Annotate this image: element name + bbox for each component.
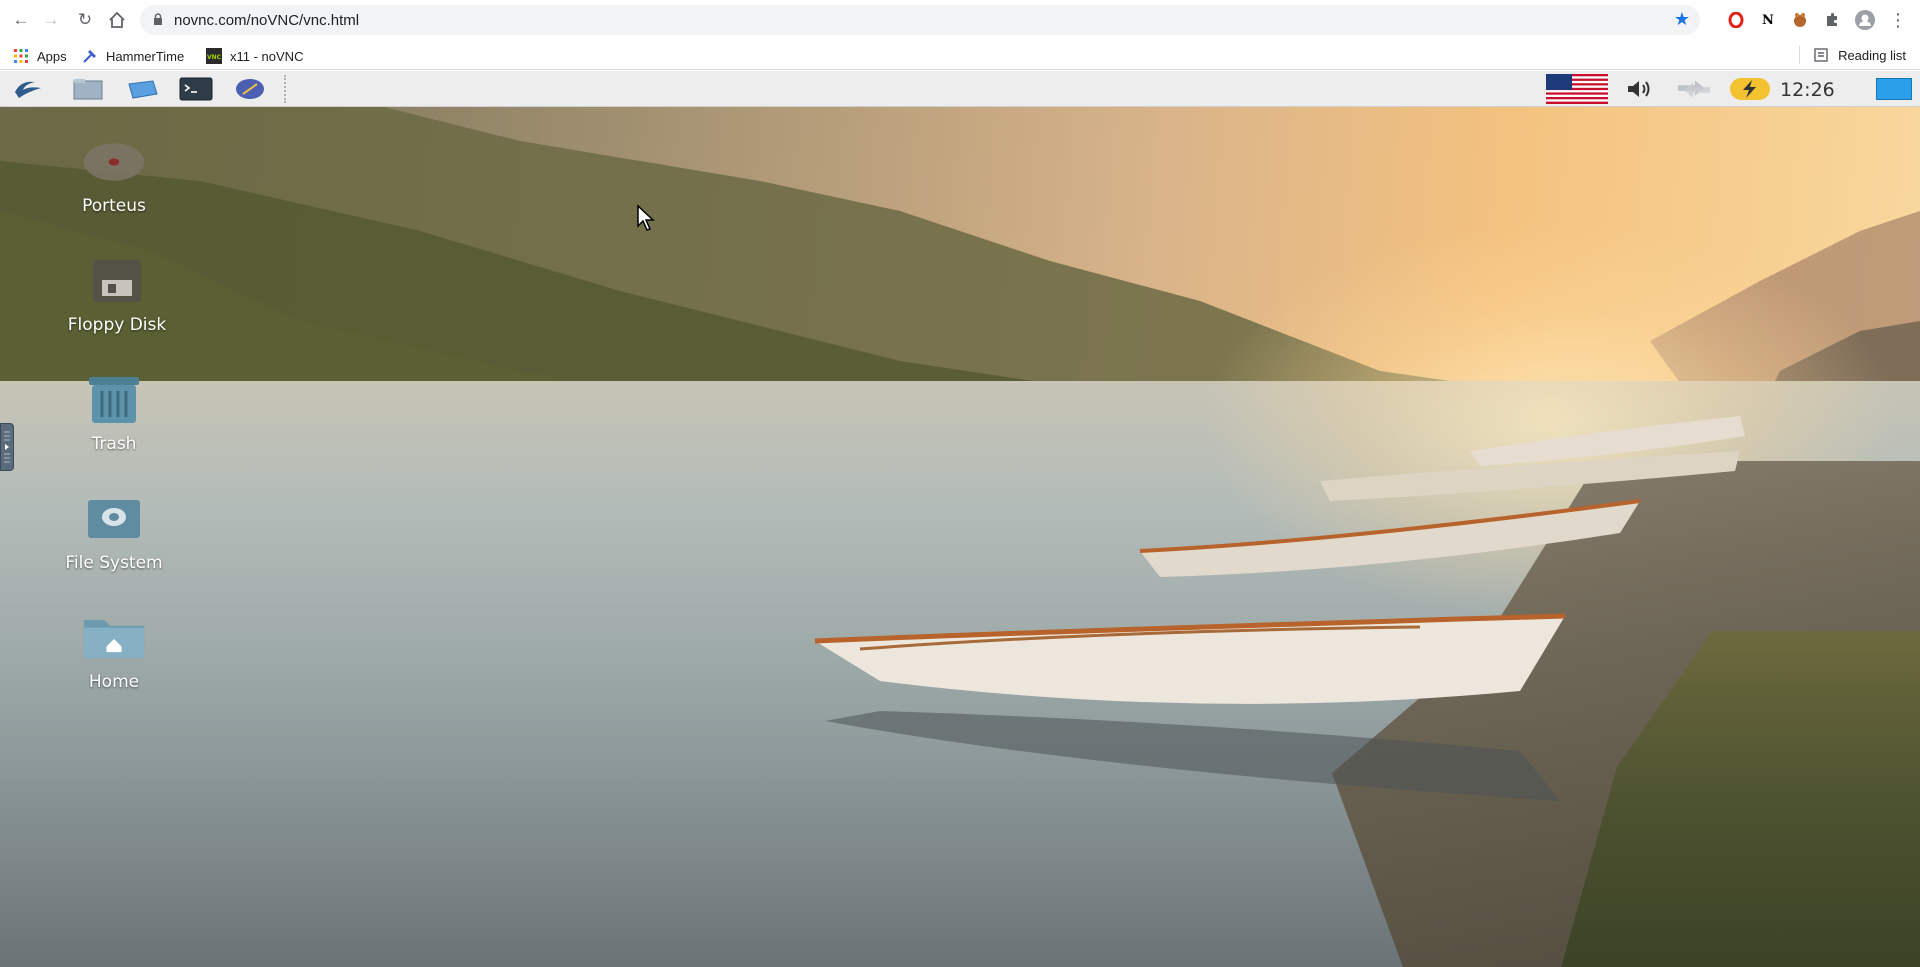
back-icon[interactable]: ← bbox=[9, 8, 33, 32]
reading-list-label: Reading list bbox=[1838, 47, 1906, 63]
bookmark-x11-novnc[interactable]: VNC x11 - noVNC bbox=[206, 46, 303, 66]
bookmarks-bar: Apps HammerTime VNC x11 - noVNC Reading … bbox=[0, 40, 1920, 70]
desktop-icon-label: Floppy Disk bbox=[67, 315, 167, 335]
bookmark-label: Apps bbox=[37, 48, 67, 64]
reload-icon[interactable]: ↻ bbox=[73, 8, 97, 32]
power-icon[interactable] bbox=[1728, 76, 1772, 102]
profile-avatar-icon[interactable] bbox=[1855, 10, 1875, 30]
clock[interactable]: 12:26 bbox=[1780, 79, 1835, 101]
network-icon[interactable] bbox=[1676, 76, 1712, 102]
home-folder-icon bbox=[82, 610, 146, 666]
desktop-icon-home[interactable]: Home bbox=[39, 610, 189, 692]
floppy-icon bbox=[85, 253, 149, 309]
opera-extension-icon[interactable] bbox=[1726, 10, 1746, 30]
browser-icon[interactable] bbox=[232, 76, 268, 102]
desktop-icon-floppy-disk[interactable]: Floppy Disk bbox=[42, 253, 192, 335]
desktop-icon[interactable] bbox=[124, 76, 160, 102]
svg-text:VNC: VNC bbox=[207, 54, 222, 61]
address-bar[interactable]: novnc.com/noVNC/vnc.html ★ bbox=[140, 5, 1700, 35]
desktop-taskbar: 12:26 bbox=[0, 71, 1920, 107]
vnc-icon: VNC bbox=[206, 48, 222, 64]
divider bbox=[1799, 46, 1801, 64]
novnc-control-bar-handle[interactable] bbox=[0, 423, 14, 471]
reading-list-button[interactable]: Reading list bbox=[1799, 46, 1906, 64]
trash-icon bbox=[82, 372, 146, 428]
disc-icon bbox=[82, 134, 146, 190]
porteus-menu-icon[interactable] bbox=[10, 76, 46, 102]
show-desktop-button[interactable] bbox=[1876, 78, 1912, 100]
url-text[interactable]: novnc.com/noVNC/vnc.html bbox=[174, 12, 359, 29]
browser-toolbar: ← → ↻ novnc.com/noVNC/vnc.html ★ N ⋮ bbox=[0, 0, 1920, 40]
desktop-icon-label: File System bbox=[65, 553, 163, 573]
desktop-icon-label: Trash bbox=[91, 434, 137, 454]
us-flag-icon[interactable] bbox=[1545, 74, 1609, 104]
cookie-extension-icon[interactable] bbox=[1790, 10, 1810, 30]
drive-icon bbox=[82, 491, 146, 547]
desktop-wallpaper[interactable] bbox=[0, 71, 1920, 967]
forward-icon[interactable]: → bbox=[39, 8, 63, 32]
home-icon[interactable] bbox=[105, 8, 129, 32]
bookmark-star-icon[interactable]: ★ bbox=[1674, 9, 1690, 30]
bookmark-hammertime[interactable]: HammerTime bbox=[82, 46, 184, 66]
menu-kebab-icon[interactable]: ⋮ bbox=[1888, 10, 1908, 30]
desktop-icon-porteus[interactable]: Porteus bbox=[39, 134, 189, 216]
desktop-icon-label: Home bbox=[88, 672, 140, 692]
bookmark-label: HammerTime bbox=[106, 48, 185, 64]
desktop-icon-file-system[interactable]: File System bbox=[39, 491, 189, 573]
desktop-icon-label: Porteus bbox=[82, 196, 146, 216]
extensions-puzzle-icon[interactable] bbox=[1822, 10, 1842, 30]
lock-icon bbox=[154, 13, 162, 25]
desktop-icon-trash[interactable]: Trash bbox=[39, 372, 189, 454]
taskbar-separator bbox=[284, 75, 286, 103]
terminal-icon[interactable] bbox=[178, 76, 214, 102]
notion-extension-icon[interactable]: N bbox=[1758, 10, 1778, 30]
reading-list-icon bbox=[1814, 48, 1828, 62]
mouse-pointer-icon bbox=[637, 204, 655, 231]
hammer-icon bbox=[82, 48, 98, 64]
bookmark-apps[interactable]: Apps bbox=[13, 46, 67, 66]
volume-icon[interactable] bbox=[1622, 76, 1658, 102]
bookmark-label: x11 - noVNC bbox=[230, 48, 304, 64]
apps-grid-icon bbox=[13, 48, 29, 64]
file-manager-icon[interactable] bbox=[70, 76, 106, 102]
